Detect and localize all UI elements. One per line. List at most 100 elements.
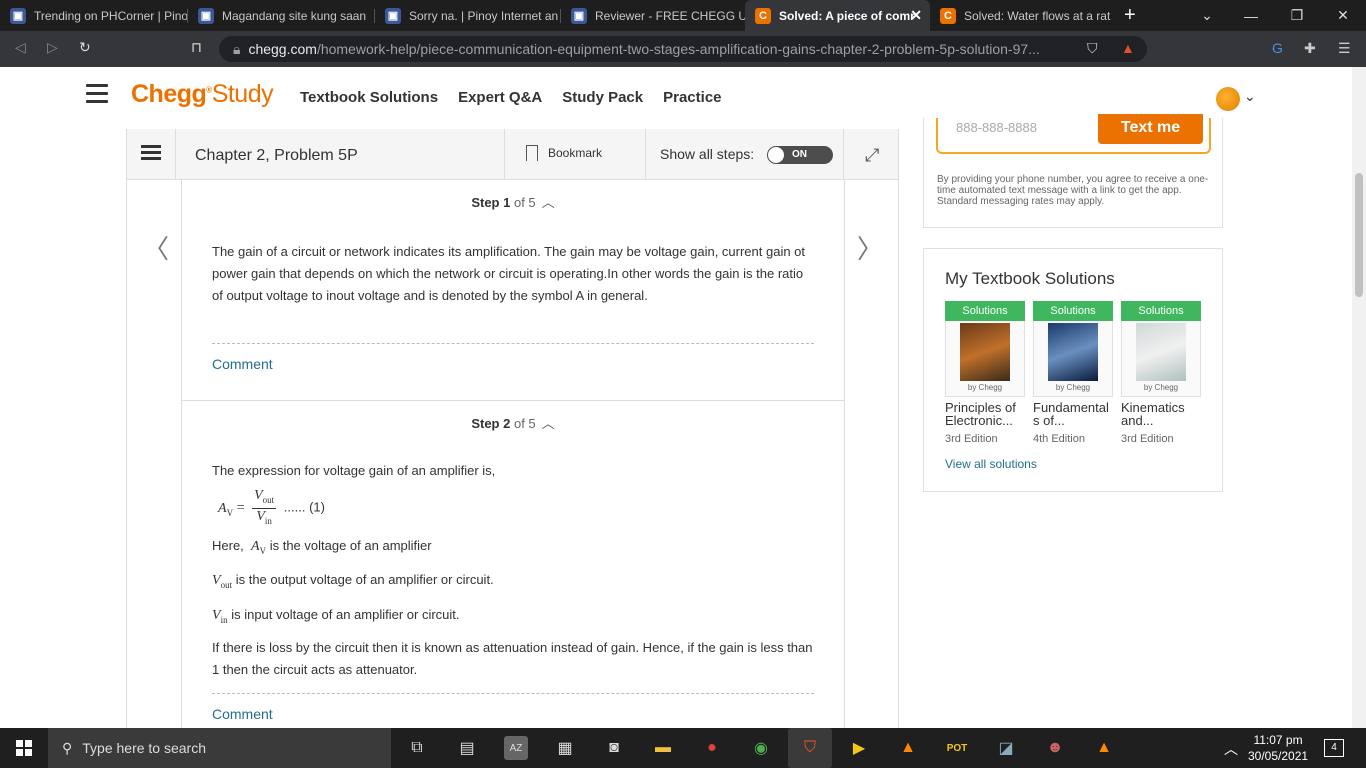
tab-title: Magandang site kung saan — [222, 8, 367, 23]
brave-rewards-icon[interactable]: ▲ — [1121, 40, 1135, 56]
nav-expert-qa[interactable]: Expert Q&A — [458, 89, 542, 106]
nav-study-pack[interactable]: Study Pack — [562, 89, 643, 106]
search-icon: ⚲ — [62, 739, 73, 756]
definition-vout: Vout is the output voltage of an amplifi… — [212, 572, 494, 591]
tab-title: Solved: A piece of comm — [779, 8, 914, 23]
notepad-icon[interactable]: ▤ — [455, 736, 479, 760]
url-domain: chegg.com — [248, 41, 317, 57]
toggle-label: ON — [792, 149, 807, 160]
windows-icon — [16, 740, 32, 756]
vlc-icon-2[interactable]: ▲ — [1092, 736, 1116, 760]
taskbar-search[interactable]: ⚲ Type here to search — [48, 728, 391, 768]
browser-tab-4[interactable]: ▣ Reviewer - FREE CHEGG UN — [561, 0, 745, 31]
media-app-icon[interactable]: ● — [700, 736, 724, 760]
page-scrollbar[interactable] — [1352, 67, 1366, 728]
clock[interactable]: 11:07 pm 30/05/2021 — [1248, 732, 1308, 764]
solutions-badge: Solutions — [945, 301, 1025, 321]
back-icon[interactable]: ◁ — [15, 39, 26, 56]
task-view-icon[interactable]: ⧉ — [405, 736, 429, 760]
step-1-header[interactable]: Step 1 of 5 ︿ — [182, 180, 844, 211]
comment-link[interactable]: Comment — [182, 694, 844, 722]
close-tab-icon[interactable]: ✕ — [910, 7, 922, 24]
book-edition: 3rd Edition — [945, 433, 998, 445]
by-chegg: by Chegg — [1143, 383, 1179, 392]
address-bar[interactable]: 🔒︎ chegg.com/homework-help/piece-communi… — [219, 36, 1147, 62]
tab-title: Sorry na. | Pinoy Internet an — [409, 8, 559, 23]
bookmark-label: Bookmark — [548, 146, 603, 160]
text-me-button[interactable]: Text me — [1098, 114, 1203, 144]
extensions-icon[interactable]: ✚ — [1304, 40, 1316, 57]
solutions-badge: Solutions — [1033, 301, 1113, 321]
solution-toolbar: Chapter 2, Problem 5P Bookmark Show all … — [127, 129, 898, 180]
phcorner-icon: ▣ — [385, 7, 401, 24]
avatar[interactable] — [1216, 87, 1240, 111]
chrome-icon[interactable]: ◉ — [749, 736, 773, 760]
next-step-icon[interactable]: 〉 — [857, 229, 883, 266]
chegg-study-logo[interactable]: Chegg®Study — [131, 80, 274, 109]
step-2-header[interactable]: Step 2 of 5 ︿ — [182, 401, 844, 432]
show-all-steps-toggle[interactable]: ON — [767, 146, 833, 164]
expand-icon[interactable]: ⤢ — [865, 145, 879, 166]
menu-icon[interactable]: ☰ — [1338, 40, 1351, 57]
nav-textbook-solutions[interactable]: Textbook Solutions — [300, 89, 438, 106]
book-card[interactable]: Solutions by Chegg Fundamental s of... 4t… — [1033, 301, 1113, 445]
player-icon[interactable]: ▶ — [847, 736, 871, 760]
lock-icon: 🔒︎ — [233, 40, 241, 57]
book-edition: 3rd Edition — [1121, 433, 1174, 445]
view-all-solutions-link[interactable]: View all solutions — [945, 457, 1037, 471]
reload-icon[interactable]: ↻ — [79, 39, 91, 56]
browser-tab-active[interactable]: C Solved: A piece of comm ✕ — [745, 0, 930, 31]
nav-practice[interactable]: Practice — [663, 89, 721, 106]
step-2-intro: The expression for voltage gain of an am… — [212, 463, 496, 478]
book-cover — [1136, 323, 1186, 381]
start-button[interactable] — [0, 728, 48, 768]
section-title: My Textbook Solutions — [945, 269, 1115, 288]
minimize-icon[interactable]: — — [1228, 0, 1274, 31]
browser-tab-6[interactable]: C Solved: Water flows at a rat — [930, 0, 1114, 31]
voltage-gain-equation: AV = Vout Vin ...... (1) — [218, 488, 325, 526]
book-card[interactable]: Solutions by Chegg Kinematics and... 3rd … — [1121, 301, 1201, 445]
camera-icon[interactable]: ◙ — [602, 736, 626, 760]
browser-tab-2[interactable]: ▣ Magandang site kung saan — [188, 0, 374, 31]
book-card[interactable]: Solutions by Chegg Principles of Electron… — [945, 301, 1025, 445]
new-tab-icon[interactable]: + — [1124, 4, 1136, 27]
chevron-down-icon[interactable]: ⌄ — [1244, 88, 1256, 105]
equation-tag: ...... (1) — [283, 499, 325, 515]
vlc-icon[interactable]: ▲ — [896, 736, 920, 760]
scrollbar-thumb[interactable] — [1355, 173, 1363, 297]
definition-av: Here, AV is the voltage of an amplifier — [212, 537, 432, 556]
tray-chevron-up-icon[interactable]: ︿ — [1224, 739, 1238, 759]
window-close-icon[interactable]: ✕ — [1320, 0, 1366, 31]
clock-time: 11:07 pm — [1253, 733, 1303, 747]
chevron-up-icon[interactable]: ︿ — [542, 195, 555, 210]
restore-icon[interactable]: ❐ — [1274, 0, 1320, 31]
phone-placeholder: 888-888-8888 — [956, 120, 1037, 135]
list-icon[interactable] — [141, 145, 161, 163]
bookmark-button[interactable]: Bookmark — [526, 145, 602, 161]
brave-icon[interactable]: ⛉ — [788, 728, 832, 768]
bookmark-page-icon[interactable]: ⊓ — [191, 39, 202, 56]
text-me-widget: 888-888-8888 Text me By providing your p… — [923, 114, 1223, 228]
tab-search-icon[interactable]: ⌄ — [1184, 0, 1230, 31]
hamburger-menu-icon[interactable] — [86, 84, 108, 108]
chevron-up-icon[interactable]: ︿ — [542, 416, 555, 431]
forward-icon[interactable]: ▷ — [47, 39, 58, 56]
calculator-icon[interactable]: ▦ — [553, 736, 577, 760]
brave-shield-icon[interactable]: ⛉ — [1087, 40, 1098, 57]
windows-taskbar: ⚲ Type here to search ⧉ ▤ AZ ▦ ◙ ▬ ● ◉ ⛉… — [0, 728, 1366, 768]
phone-input[interactable]: 888-888-8888 Text me — [936, 114, 1211, 154]
notifications-icon[interactable]: 4 — [1324, 739, 1344, 757]
tab-title: Solved: Water flows at a rat — [964, 8, 1111, 23]
browser-tab-3[interactable]: ▣ Sorry na. | Pinoy Internet an — [375, 0, 560, 31]
browser-tab-1[interactable]: ▣ Trending on PHCorner | Pinoy — [0, 0, 187, 31]
previous-step-icon[interactable]: 〈 — [143, 229, 169, 266]
potplayer-icon[interactable]: POT — [945, 736, 969, 760]
notes-app-icon[interactable]: ◪ — [994, 736, 1018, 760]
game-app-icon[interactable]: ☻ — [1043, 736, 1067, 760]
comment-link[interactable]: Comment — [182, 344, 844, 372]
file-explorer-icon[interactable]: ▬ — [651, 736, 675, 760]
main-nav: Textbook Solutions Expert Q&A Study Pack… — [300, 89, 722, 106]
book-cover — [960, 323, 1010, 381]
translate-icon[interactable]: G — [1272, 40, 1283, 56]
sort-app-icon[interactable]: AZ — [504, 736, 528, 760]
